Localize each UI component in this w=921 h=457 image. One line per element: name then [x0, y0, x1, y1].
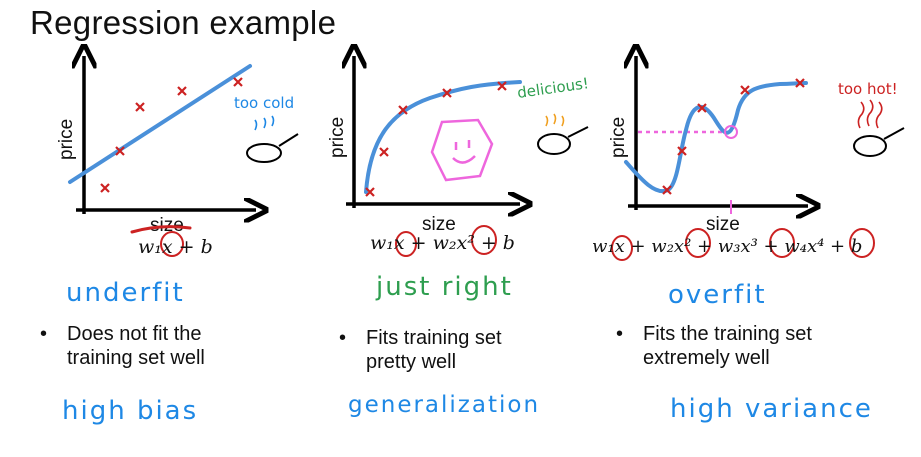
data-point [379, 147, 389, 157]
diagnosis-high-bias: high bias [62, 396, 199, 426]
formula-underfit: w₁x + b [138, 236, 213, 258]
data-point [177, 86, 187, 96]
bullet-line: pretty well [366, 351, 457, 373]
hot-pan-icon [853, 99, 905, 157]
y-axis-label: price [327, 117, 348, 158]
panel-just-right: price size delicious! [327, 56, 590, 257]
label-just-right: just right [376, 272, 513, 302]
bullet-overfit: • Fits the training set extremely well [616, 323, 812, 369]
bullet-line: Fits the training set [643, 323, 812, 345]
bullet-line: Does not fit the [67, 323, 202, 345]
panel-underfit: price size too cold [56, 56, 299, 257]
label-overfit: overfit [668, 280, 767, 310]
smiley-icon [430, 118, 494, 182]
cold-pan-icon [246, 115, 299, 163]
bullet-line: Fits training set [366, 327, 502, 349]
data-point [100, 183, 110, 193]
regression-diagrams: price size too cold price size delicious… [56, 0, 905, 261]
panel-overfit: price size too hot! [608, 56, 905, 261]
training-points [100, 77, 243, 193]
label-underfit: underfit [66, 278, 185, 308]
bullet-line: extremely well [643, 347, 770, 369]
formula-just-right: w₁x + w₂x² + b [370, 232, 515, 254]
bullet-line: training set well [67, 347, 205, 369]
data-point [740, 85, 750, 95]
note-too-hot: too hot! [838, 80, 898, 98]
good-pan-icon [537, 113, 589, 155]
bullet-just-right: • Fits training set pretty well [339, 327, 502, 373]
data-point [233, 77, 243, 87]
note-delicious: delicious! [516, 74, 590, 102]
y-axis-label: price [56, 119, 77, 160]
fit-line [68, 64, 252, 184]
y-axis-label: price [608, 117, 629, 158]
note-too-cold: too cold [234, 94, 294, 112]
diagnosis-generalization: generalization [348, 392, 541, 418]
fit-curve [624, 81, 808, 194]
x-axis-label: size [706, 214, 740, 235]
formula-overfit: w₁x + w₂x² + w₃x³ + w₄x⁴ + b [592, 236, 863, 257]
data-point [135, 102, 145, 112]
diagnosis-high-variance: high variance [670, 394, 873, 424]
bullet-underfit: • Does not fit the training set well [40, 323, 205, 369]
